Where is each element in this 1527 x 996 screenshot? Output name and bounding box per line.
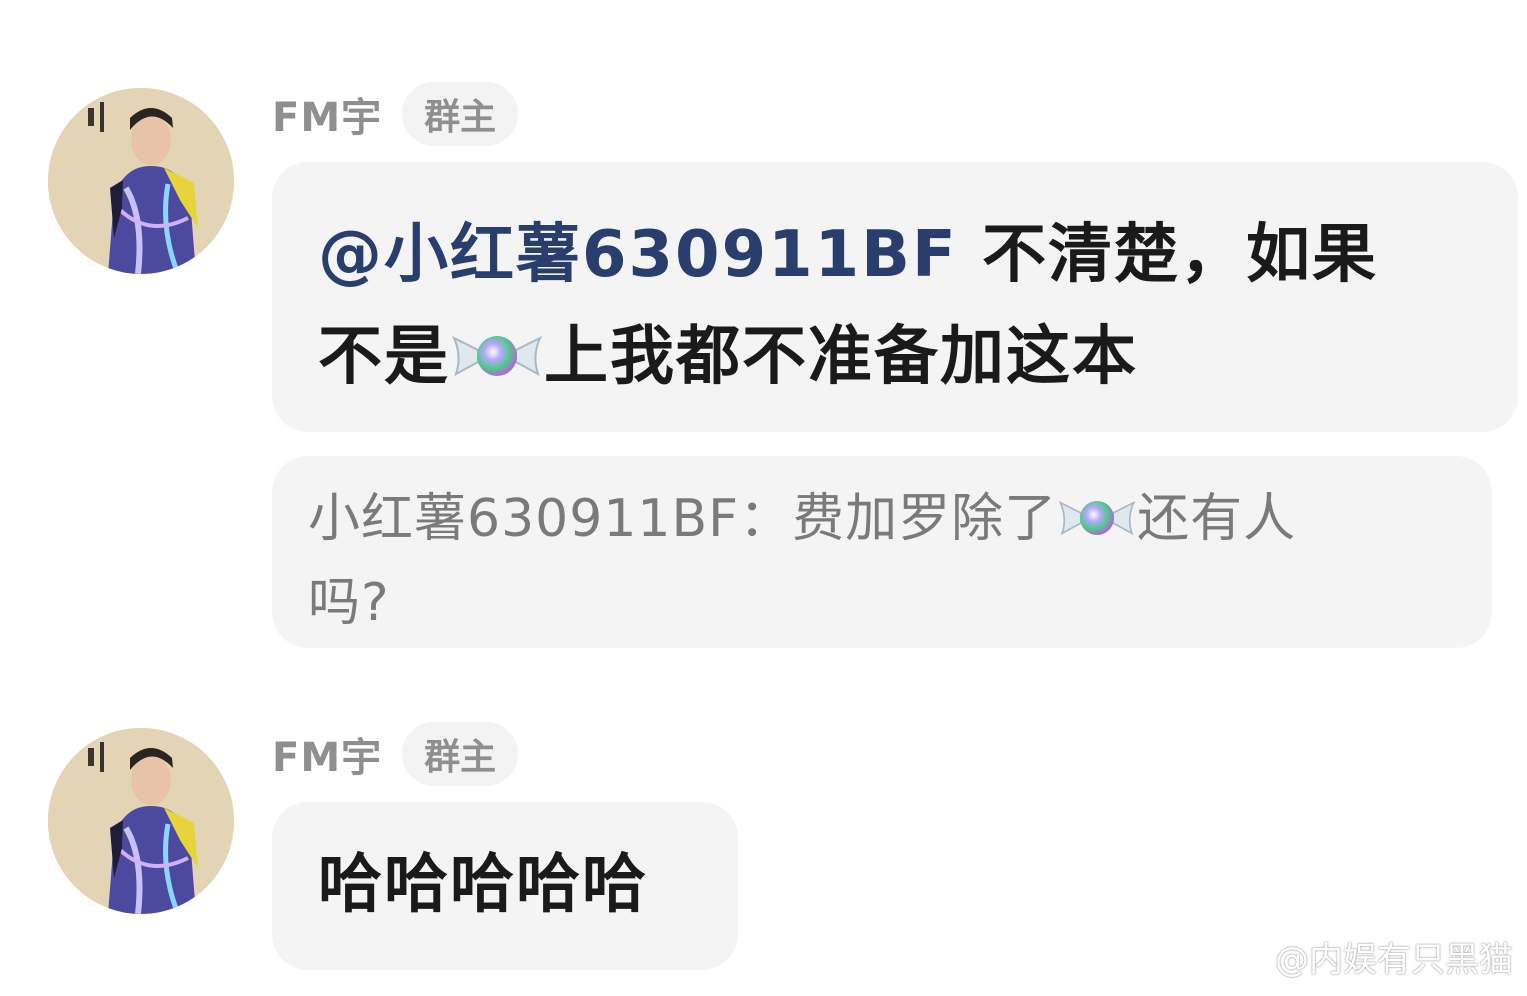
watermark: @内娱有只黑猫 bbox=[1217, 931, 1513, 982]
message-text-line2-end: 上我都不准备加这本 bbox=[544, 320, 1138, 394]
message-text: @小红薯630911BF 不清楚，如果 不是 上我都不准备加这本 bbox=[318, 204, 1474, 414]
watermark-text: @内娱有只黑猫 bbox=[1275, 940, 1513, 980]
quoted-text: 小红薯630911BF：费加罗除了 还有人 吗? bbox=[308, 480, 1452, 642]
avatar-photo-icon bbox=[48, 88, 234, 274]
mention-link[interactable]: @小红薯630911BF bbox=[318, 218, 958, 292]
role-badge: 群主 bbox=[402, 722, 519, 786]
candy-icon bbox=[450, 312, 544, 414]
sender-name[interactable]: FM宇 bbox=[272, 85, 382, 143]
quoted-author: 小红薯630911BF： bbox=[308, 489, 793, 549]
candy-icon bbox=[1057, 486, 1137, 564]
sender-header: FM宇 群主 bbox=[272, 722, 519, 786]
weibo-logo-icon bbox=[1217, 931, 1269, 982]
quoted-text-end: 还有人 bbox=[1137, 489, 1297, 549]
message-text-line1: 不清楚，如果 bbox=[957, 218, 1378, 292]
quoted-text-start: 费加罗除了 bbox=[792, 489, 1058, 549]
sender-name[interactable]: FM宇 bbox=[272, 725, 382, 783]
sender-avatar[interactable] bbox=[48, 728, 234, 914]
sender-avatar[interactable] bbox=[48, 88, 234, 274]
sender-header: FM宇 群主 bbox=[272, 82, 519, 146]
quoted-text-line2: 吗? bbox=[308, 573, 390, 633]
role-badge: 群主 bbox=[402, 82, 519, 146]
message-bubble[interactable]: @小红薯630911BF 不清楚，如果 不是 上我都不准备加这本 bbox=[272, 162, 1518, 432]
message-text: 哈哈哈哈哈 bbox=[318, 848, 648, 922]
avatar-photo-icon bbox=[48, 728, 234, 914]
message-text-line2-start: 不是 bbox=[318, 320, 450, 394]
quoted-message[interactable]: 小红薯630911BF：费加罗除了 还有人 吗? bbox=[272, 456, 1492, 648]
message-bubble[interactable]: 哈哈哈哈哈 bbox=[272, 802, 738, 970]
